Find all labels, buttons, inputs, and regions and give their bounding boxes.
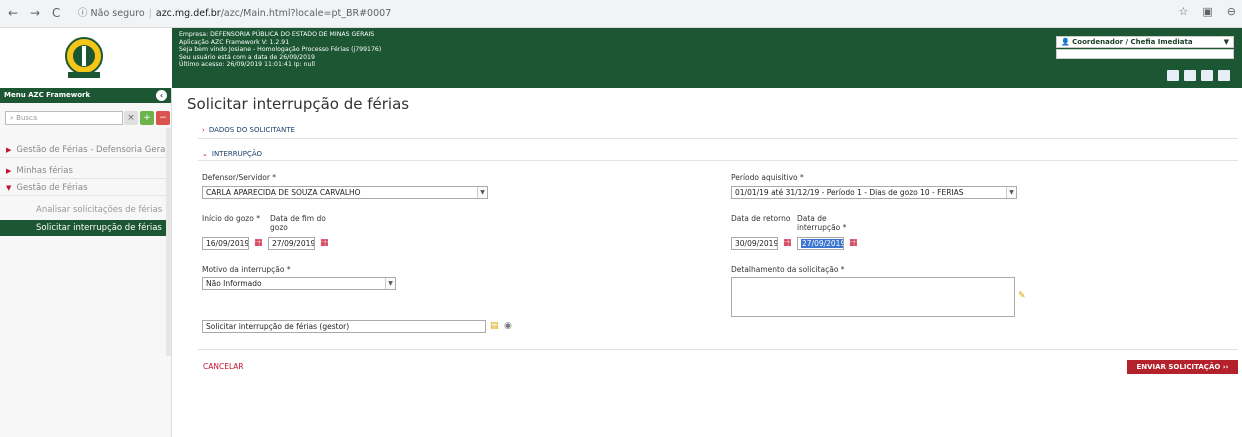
fim-date-input[interactable]: 27/09/2019 bbox=[268, 237, 315, 250]
send-request-button[interactable]: ENVIAR SOLICITAÇÃO ›› bbox=[1127, 360, 1238, 374]
defensor-label: Defensor/Servidor * bbox=[202, 173, 277, 182]
retorno-label: Data de retorno bbox=[731, 214, 791, 223]
url-path: /azc/Main.html?locale=pt_BR#0007 bbox=[220, 8, 392, 19]
calendar-icon[interactable]: ▦ bbox=[849, 238, 858, 248]
sidebar-subitem-solicitar-interrupcao[interactable]: Solicitar interrupção de férias bbox=[0, 220, 171, 236]
extension-icon[interactable]: ▣ bbox=[1202, 5, 1212, 18]
sidebar-subitem-analisar[interactable]: Analisar solicitações de férias bbox=[0, 202, 171, 218]
book-icon[interactable] bbox=[1218, 70, 1230, 81]
divider bbox=[198, 349, 1238, 350]
browser-toolbar: ← → C ⓘ Não seguro | azc.mg.def.br/azc/Mai… bbox=[0, 0, 1242, 28]
divider bbox=[198, 138, 1238, 139]
detalhamento-textarea[interactable] bbox=[731, 277, 1015, 317]
section-dados-solicitante[interactable]: › DADOS DO SOLICITANTE bbox=[202, 126, 295, 134]
cancel-link[interactable]: CANCELAR bbox=[203, 362, 244, 371]
mail-icon[interactable] bbox=[1201, 70, 1213, 81]
chevron-down-icon: ▼ bbox=[385, 278, 395, 289]
expand-all-button[interactable]: + bbox=[140, 111, 154, 125]
calendar-icon[interactable]: ▦ bbox=[254, 238, 263, 248]
security-label: Não seguro bbox=[90, 8, 145, 19]
session-info: Empresa: DEFENSORIA PÚBLICA DO ESTADO DE… bbox=[179, 31, 382, 69]
role-sub-field[interactable] bbox=[1056, 49, 1234, 59]
url-host: azc.mg.def.br bbox=[155, 8, 221, 19]
workflow-field[interactable]: Solicitar interrupção de férias (gestor) bbox=[202, 320, 486, 333]
reload-icon[interactable]: C bbox=[52, 6, 60, 20]
collapse-all-button[interactable]: − bbox=[156, 111, 170, 125]
chevron-down-icon: ▼ bbox=[1223, 38, 1229, 46]
interrupcao-date-input[interactable]: 27/09/2019 bbox=[797, 237, 844, 250]
address-bar[interactable]: ⓘ Não seguro | azc.mg.def.br/azc/Main.html… bbox=[78, 5, 1202, 23]
chevron-right-icon: ▶ bbox=[6, 167, 12, 175]
defensor-select[interactable]: CARLA APARECIDA DE SOUZA CARVALHO ▼ bbox=[202, 186, 488, 199]
inicio-label: Início do gozo * bbox=[202, 214, 260, 223]
sidebar-item-gestao-defensoria[interactable]: ▶ Gestão de Férias - Defensoria Geral bbox=[0, 142, 171, 158]
star-icon[interactable]: ☆ bbox=[1179, 5, 1189, 18]
defensoria-logo bbox=[65, 37, 103, 78]
chevron-down-icon: ▼ bbox=[6, 184, 12, 192]
periodo-select[interactable]: 01/01/19 até 31/12/19 - Período 1 - Dias… bbox=[731, 186, 1017, 199]
document-icon[interactable] bbox=[1167, 70, 1179, 81]
calendar-icon[interactable]: ▦ bbox=[783, 238, 792, 248]
view-icon[interactable]: ◉ bbox=[504, 321, 512, 331]
sidebar: Menu AZC Framework ‹ ⌕ Busca × + − ▶ Gest… bbox=[0, 88, 172, 437]
sidebar-header: Menu AZC Framework ‹ bbox=[0, 88, 171, 103]
app-header: Empresa: DEFENSORIA PÚBLICA DO ESTADO DE… bbox=[172, 28, 1242, 88]
divider bbox=[198, 160, 1238, 161]
profile-icon[interactable]: ⊖ bbox=[1227, 5, 1236, 18]
collapse-icon[interactable]: ‹ bbox=[156, 90, 167, 101]
tools-icon[interactable] bbox=[1184, 70, 1196, 81]
motivo-label: Motivo da interrupção * bbox=[202, 265, 291, 274]
retorno-date-input[interactable]: 30/09/2019 bbox=[731, 237, 778, 250]
clear-search-button[interactable]: × bbox=[124, 111, 138, 125]
inicio-date-input[interactable]: 16/09/2019 bbox=[202, 237, 249, 250]
chevron-right-icon: ▶ bbox=[6, 146, 12, 154]
folder-icon[interactable]: ▤ bbox=[490, 321, 499, 331]
interrupcao-label: Data de interrupção * bbox=[797, 214, 847, 232]
sidebar-item-minhas-ferias[interactable]: ▶ Minhas férias bbox=[0, 163, 171, 179]
user-icon: 👤 bbox=[1061, 38, 1070, 46]
chevron-down-icon: ▼ bbox=[477, 187, 487, 198]
sidebar-item-gestao-ferias[interactable]: ▼ Gestão de Férias bbox=[0, 180, 171, 196]
motivo-select[interactable]: Não Informado ▼ bbox=[202, 277, 396, 290]
info-icon[interactable]: ⓘ bbox=[78, 8, 88, 19]
detalhamento-label: Detalhamento da solicitação * bbox=[731, 265, 845, 274]
sidebar-scrollbar[interactable] bbox=[166, 128, 171, 356]
back-icon[interactable]: ← bbox=[8, 6, 18, 20]
page-title: Solicitar interrupção de férias bbox=[187, 95, 410, 113]
forward-icon[interactable]: → bbox=[30, 6, 40, 20]
section-interrupcao[interactable]: ⌄ INTERRUPÇÃO bbox=[202, 150, 262, 158]
edit-note-icon[interactable]: ✎ bbox=[1018, 291, 1026, 301]
logo-area bbox=[0, 28, 172, 88]
periodo-label: Período aquisitivo * bbox=[731, 173, 804, 182]
chevron-right-icon: › bbox=[202, 126, 205, 134]
role-select[interactable]: 👤 Coordenador / Chefia Imediata ▼ bbox=[1056, 36, 1234, 48]
fim-label: Data de fim do gozo bbox=[270, 214, 326, 232]
search-input[interactable]: ⌕ Busca bbox=[5, 111, 123, 125]
chevron-down-icon: ⌄ bbox=[202, 150, 208, 158]
chevron-down-icon: ▼ bbox=[1006, 187, 1016, 198]
calendar-icon[interactable]: ▦ bbox=[320, 238, 329, 248]
